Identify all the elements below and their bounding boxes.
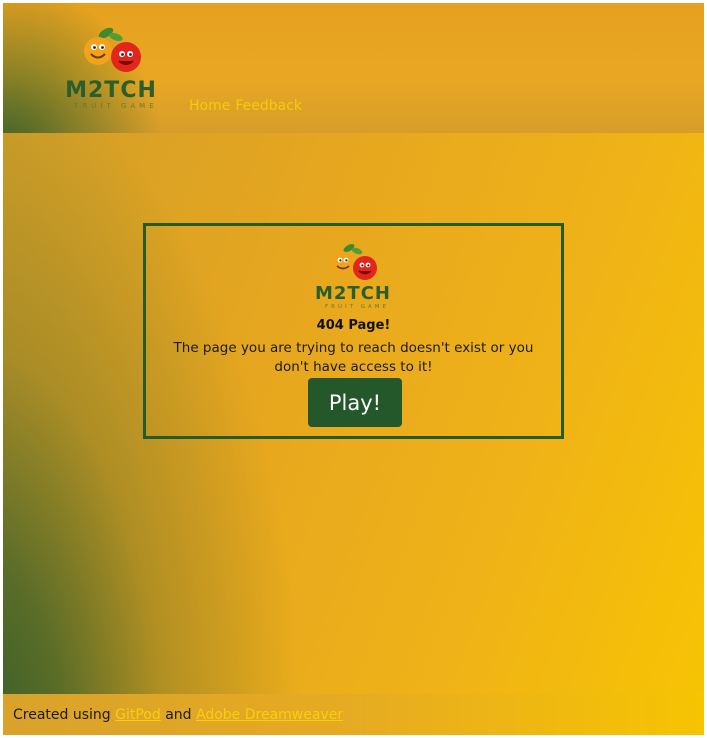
svg-text:FRUIT GAME: FRUIT GAME: [325, 304, 389, 310]
site-footer: Created using GitPod and Adobe Dreamweav…: [3, 694, 704, 735]
footer-prefix: Created using: [13, 706, 111, 723]
site-header: M2TCH FRUIT GAME Home Feedback: [3, 3, 704, 133]
play-button[interactable]: Play!: [308, 378, 402, 427]
site-logo[interactable]: M2TCH FRUIT GAME: [46, 23, 176, 111]
fruit-mascot-icon: M2TCH FRUIT GAME: [65, 27, 157, 110]
fruit-mascot-icon: M2TCH FRUIT GAME: [315, 244, 391, 310]
card-logo: M2TCH FRUIT GAME: [301, 242, 406, 312]
nav-link-home[interactable]: Home: [189, 98, 230, 114]
error-card: M2TCH FRUIT GAME 404 Page! The page you …: [143, 223, 564, 439]
page-frame: M2TCH FRUIT GAME Home Feedback M2TCH FRU…: [3, 3, 704, 735]
nav-link-feedback[interactable]: Feedback: [235, 98, 302, 114]
svg-text:FRUIT GAME: FRUIT GAME: [74, 102, 157, 110]
dreamweaver-link[interactable]: Adobe Dreamweaver: [196, 707, 343, 723]
error-message: The page you are trying to reach doesn't…: [173, 340, 534, 375]
main-nav: Home Feedback: [189, 98, 302, 114]
svg-text:M2TCH: M2TCH: [65, 78, 157, 103]
error-title: 404 Page!: [316, 318, 391, 333]
gitpod-link[interactable]: GitPod: [115, 707, 161, 723]
svg-text:M2TCH: M2TCH: [315, 283, 391, 304]
footer-middle: and: [165, 706, 192, 723]
